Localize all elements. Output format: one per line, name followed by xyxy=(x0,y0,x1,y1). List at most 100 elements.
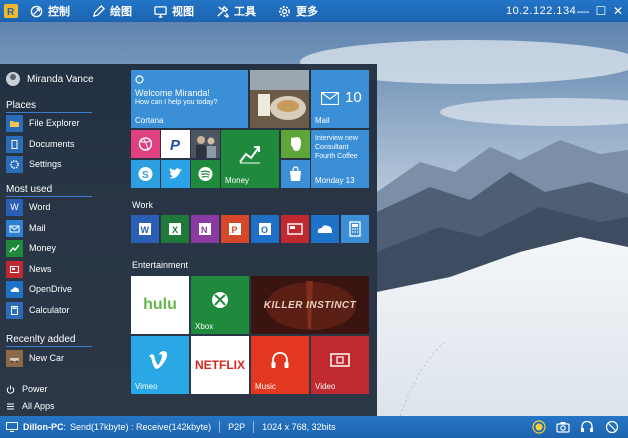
xbox-icon xyxy=(212,292,228,308)
svg-text:R: R xyxy=(7,7,15,18)
money-chart-icon xyxy=(239,146,260,164)
maximize-button[interactable]: ☐ xyxy=(594,4,608,18)
svg-text:P: P xyxy=(232,225,238,235)
settings-gear-icon xyxy=(6,155,23,173)
svg-text:O: O xyxy=(261,225,268,235)
tile-label: Video xyxy=(315,382,336,391)
document-icon xyxy=(6,135,23,153)
tile-outlook[interactable]: O xyxy=(251,215,279,243)
tile-powerpoint[interactable]: P xyxy=(221,215,249,243)
coffee-photo-icon xyxy=(250,70,309,128)
menu-tools[interactable]: 工具 xyxy=(216,3,256,19)
minimize-button[interactable]: — xyxy=(576,4,590,18)
news-icon xyxy=(287,223,303,235)
screenshot-button[interactable] xyxy=(555,419,571,435)
recent-title: Recenlty added xyxy=(6,334,76,345)
menu-view[interactable]: 视图 xyxy=(154,3,194,19)
store-icon xyxy=(290,166,301,181)
status-bar: Dillon-PC : Send(17kbyte) : Receive(142k… xyxy=(0,416,628,438)
cloud-icon xyxy=(6,280,23,298)
gear-icon xyxy=(279,5,290,17)
app-label: Money xyxy=(29,243,57,253)
colon-separator: : xyxy=(63,422,67,432)
tile-onedrive[interactable] xyxy=(311,215,339,243)
place-file-explorer[interactable]: File Explorer xyxy=(6,113,116,133)
chat-icon xyxy=(605,420,619,434)
svg-text:W: W xyxy=(141,225,150,235)
tile-paypal[interactable]: P xyxy=(161,130,190,158)
tile-news[interactable] xyxy=(281,215,309,243)
skype-icon: S xyxy=(138,167,153,181)
tile-music[interactable]: Music xyxy=(251,336,309,394)
place-settings[interactable]: Settings xyxy=(6,154,116,174)
tile-photo-coffee[interactable] xyxy=(250,70,309,128)
menu-draw[interactable]: 绘图 xyxy=(92,3,132,19)
tile-vimeo[interactable]: Vimeo xyxy=(131,336,189,394)
excel-icon: X xyxy=(169,223,181,235)
tile-video[interactable]: Video xyxy=(311,336,369,394)
cloud-icon xyxy=(317,225,332,233)
close-button[interactable]: ✕ xyxy=(611,4,625,18)
calculator-icon xyxy=(349,221,361,237)
word-icon: W xyxy=(6,198,23,216)
tile-cortana[interactable]: Welcome Miranda! How can I help you toda… xyxy=(131,70,248,128)
tile-onenote[interactable]: N xyxy=(191,215,219,243)
tile-store[interactable] xyxy=(281,160,310,188)
user-profile[interactable]: Miranda Vance xyxy=(6,72,94,86)
vimeo-icon xyxy=(149,351,168,369)
place-documents[interactable]: Documents xyxy=(6,134,116,154)
app-logo-icon: R xyxy=(0,0,22,22)
app-mail[interactable]: Mail xyxy=(6,218,116,238)
tile-killer-instinct[interactable]: KILLER INSTINCT xyxy=(251,276,369,334)
app-money[interactable]: Money xyxy=(6,238,116,258)
tile-spotify[interactable] xyxy=(191,160,220,188)
menu-more[interactable]: 更多 xyxy=(278,3,318,19)
menu-view-label: 视图 xyxy=(172,6,194,18)
recent-label: New Car xyxy=(29,353,65,363)
tile-photo-people[interactable] xyxy=(191,130,220,158)
dribbble-icon xyxy=(138,137,153,151)
pen-icon xyxy=(92,4,105,17)
menu-control[interactable]: 控制 xyxy=(30,3,70,19)
cortana-greeting: Welcome Miranda! xyxy=(135,88,210,98)
list-icon xyxy=(7,403,14,409)
twitter-icon xyxy=(169,168,182,179)
video-icon xyxy=(330,353,350,367)
tile-money[interactable]: Money xyxy=(221,130,279,188)
computer-icon xyxy=(6,422,18,432)
app-opendrive[interactable]: OpenDrive xyxy=(6,279,116,299)
avatar xyxy=(6,72,20,86)
tile-mail[interactable]: 10 Mail xyxy=(311,70,369,128)
svg-text:S: S xyxy=(142,170,149,181)
main-menu: 控制 绘图 视图 工具 更多 xyxy=(30,3,340,19)
mail-icon xyxy=(321,92,339,105)
tile-evernote[interactable] xyxy=(281,130,310,158)
tile-excel[interactable]: X xyxy=(161,215,189,243)
tile-twitter[interactable] xyxy=(161,160,190,188)
app-news[interactable]: News xyxy=(6,259,116,279)
calendar-date: Monday 13 xyxy=(315,176,355,185)
power-button[interactable]: Power xyxy=(6,384,48,394)
all-apps-label: All Apps xyxy=(22,401,55,411)
tile-netflix[interactable]: NETFLIX xyxy=(191,336,249,394)
tile-calculator[interactable] xyxy=(341,215,369,243)
chat-button[interactable] xyxy=(604,419,620,435)
killer-instinct-logo: KILLER INSTINCT xyxy=(263,299,357,311)
record-button[interactable] xyxy=(531,419,547,435)
app-word[interactable]: W Word xyxy=(6,197,116,217)
tile-dribbble[interactable] xyxy=(131,130,160,158)
tile-hulu[interactable]: hulu xyxy=(131,276,189,334)
tile-skype[interactable]: S xyxy=(131,160,160,188)
audio-button[interactable] xyxy=(579,419,595,435)
place-label: File Explorer xyxy=(29,118,80,128)
all-apps-button[interactable]: All Apps xyxy=(6,401,55,411)
tile-word[interactable]: W xyxy=(131,215,159,243)
app-calculator[interactable]: Calculator xyxy=(6,300,116,320)
money-chart-icon xyxy=(6,239,23,257)
app-label: News xyxy=(29,264,52,274)
recent-new-car[interactable]: New Car xyxy=(6,348,116,368)
car-photo-icon xyxy=(6,349,23,367)
tile-xbox[interactable]: Xbox xyxy=(191,276,249,334)
recent-divider xyxy=(6,346,92,347)
tile-calendar[interactable]: Interview new Consultant Fourth Coffee M… xyxy=(311,130,369,188)
